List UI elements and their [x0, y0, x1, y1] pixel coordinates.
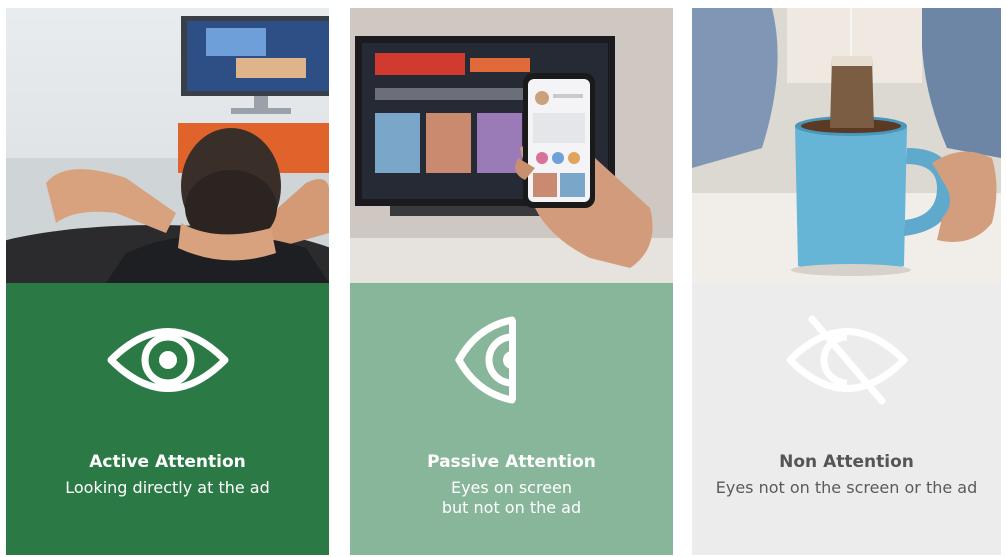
- photo-man-watching-tv: [6, 8, 329, 283]
- phone-and-tv-illustration: [350, 8, 673, 283]
- eye-slash-icon: [786, 315, 907, 405]
- attention-panels: Active Attention Looking directly at the…: [0, 0, 1007, 557]
- tea-mug-illustration: [692, 8, 1001, 283]
- card-description: Eyes not on the screen or the ad: [692, 478, 1001, 498]
- card-passive-attention: Passive Attention Eyes on screen but not…: [350, 283, 673, 555]
- panel-active-attention: Active Attention Looking directly at the…: [6, 8, 329, 555]
- eye-icon: [107, 328, 228, 392]
- card-title: Passive Attention: [427, 452, 596, 472]
- description-line: Eyes not on the screen or the ad: [715, 478, 978, 497]
- card-title: Active Attention: [89, 452, 246, 472]
- card-description: Eyes on screen but not on the ad: [350, 478, 673, 518]
- description-line: but not on the ad: [441, 498, 582, 517]
- description-line: Eyes on screen: [450, 478, 573, 497]
- photo-tea-mug: [692, 8, 1001, 283]
- card-description: Looking directly at the ad: [6, 478, 329, 498]
- description-line: Looking directly at the ad: [65, 478, 270, 497]
- photo-phone-and-tv: [350, 8, 673, 283]
- man-watching-tv-illustration: [6, 8, 329, 283]
- half-eye-icon: [454, 316, 516, 404]
- panel-non-attention: Non Attention Eyes not on the screen or …: [692, 8, 1001, 555]
- panel-passive-attention: Passive Attention Eyes on screen but not…: [350, 8, 673, 555]
- card-non-attention: Non Attention Eyes not on the screen or …: [692, 283, 1001, 555]
- card-active-attention: Active Attention Looking directly at the…: [6, 283, 329, 555]
- card-title: Non Attention: [779, 452, 914, 472]
